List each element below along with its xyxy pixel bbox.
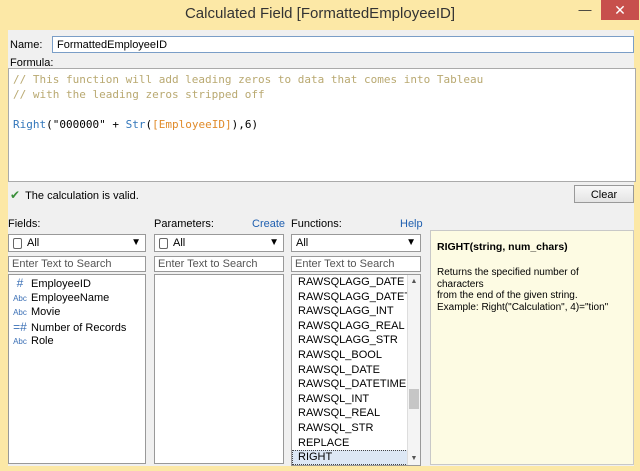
parameters-label: Parameters: <box>154 218 214 230</box>
fields-search-input[interactable]: Enter Text to Search <box>8 256 146 272</box>
formula-editor[interactable]: // This function will add leading zeros … <box>8 68 636 182</box>
scroll-down-icon[interactable]: ▼ <box>408 452 420 465</box>
chevron-down-icon: ▼ <box>269 237 279 248</box>
function-item[interactable]: RAWSQL_REAL <box>292 406 420 421</box>
dialog-body: Name: FormattedEmployeeID Formula: // Th… <box>8 30 636 466</box>
field-item-number-of-records[interactable]: =# Number of Records <box>9 320 145 335</box>
functions-dropdown[interactable]: All ▼ <box>291 234 421 252</box>
field-name: Movie <box>31 306 61 319</box>
checkmark-icon: ✔ <box>10 188 21 202</box>
name-input[interactable]: FormattedEmployeeID <box>52 36 634 53</box>
fields-dropdown[interactable]: All ▼ <box>8 234 146 252</box>
formula-comment-line-1: // This function will add leading zeros … <box>13 73 484 86</box>
functions-scrollbar[interactable]: ▲ ▼ <box>407 275 420 465</box>
function-description: Returns the specified number of characte… <box>437 267 627 313</box>
fields-panel: Fields: All ▼ Enter Text to Search # Emplo… <box>8 218 146 466</box>
formula-field-reference: [EmployeeID] <box>152 118 232 131</box>
function-item[interactable]: REPLACE <box>292 436 420 451</box>
formula-function-str: Str <box>125 118 146 131</box>
number-type-icon: # <box>16 276 24 290</box>
function-help-panel: RIGHT(string, num_chars) Returns the spe… <box>430 230 634 465</box>
function-item[interactable]: RAWSQL_DATE <box>292 363 420 378</box>
field-name: Number of Records <box>31 321 127 334</box>
function-item[interactable]: RAWSQLAGG_DATE <box>292 275 420 290</box>
create-parameter-link[interactable]: Create <box>252 218 285 230</box>
function-item[interactable]: RAWSQLAGG_REAL <box>292 319 420 334</box>
functions-search-input[interactable]: Enter Text to Search <box>291 256 421 272</box>
calculated-field-dialog: Calculated Field [FormattedEmployeeID] —… <box>0 0 640 471</box>
datasource-icon <box>159 237 168 249</box>
parameters-dropdown[interactable]: All ▼ <box>154 234 284 252</box>
formula-tail: ),6) <box>231 118 259 131</box>
functions-list: RAWSQLAGG_DATE RAWSQLAGG_DATET... RAWSQL… <box>291 274 421 466</box>
string-type-icon: Abc <box>13 293 27 303</box>
formula-function-right: Right <box>13 118 47 131</box>
formula-comment-line-2: // with the leading zeros stripped off <box>13 88 265 101</box>
name-label: Name: <box>10 39 43 51</box>
formula-blank-line <box>13 103 631 118</box>
string-type-icon: Abc <box>13 337 27 347</box>
calculated-number-icon: =# <box>13 319 27 334</box>
formula-expression-line: Right("000000" + Str([EmployeeID]),6) <box>13 118 631 133</box>
parameters-list <box>154 274 284 464</box>
function-item[interactable]: RAWSQL_DATETIME <box>292 377 420 392</box>
validation-text: The calculation is valid. <box>25 190 139 202</box>
function-item-selected[interactable]: RIGHT <box>292 450 420 465</box>
scroll-thumb[interactable] <box>409 389 419 409</box>
fields-dropdown-value: All <box>27 237 40 249</box>
functions-dropdown-value: All <box>296 237 309 249</box>
field-item-role[interactable]: Abc Role <box>9 334 145 349</box>
field-name: EmployeeID <box>31 278 91 290</box>
window-title: Calculated Field [FormattedEmployeeID] <box>184 5 456 22</box>
chevron-down-icon: ▼ <box>406 237 416 248</box>
description-line-3: Example: Right("Calculation", 4)="tion" <box>437 301 609 313</box>
function-item[interactable]: RAWSQLAGG_DATET... <box>292 290 420 305</box>
parameters-dropdown-value: All <box>173 237 186 249</box>
field-name: Role <box>31 335 54 348</box>
function-item[interactable]: RAWSQLAGG_STR <box>292 333 420 348</box>
functions-items: RAWSQLAGG_DATE RAWSQLAGG_DATET... RAWSQL… <box>292 275 420 465</box>
functions-label: Functions: <box>291 218 342 230</box>
description-line-1: Returns the specified number of characte… <box>437 267 579 290</box>
parameters-search-input[interactable]: Enter Text to Search <box>154 256 284 272</box>
chevron-down-icon: ▼ <box>131 237 141 248</box>
validation-status: ✔ The calculation is valid. <box>10 188 139 202</box>
field-name: EmployeeName <box>31 291 110 304</box>
field-item-employeeid[interactable]: # EmployeeID <box>9 276 145 291</box>
close-button[interactable]: ✕ <box>601 0 639 20</box>
help-link[interactable]: Help <box>400 218 423 230</box>
formula-string-literal: ("000000" + <box>46 118 126 131</box>
description-line-2: from the end of the given string. <box>437 290 578 301</box>
function-item[interactable]: RAWSQL_BOOL <box>292 348 420 363</box>
scroll-up-icon[interactable]: ▲ <box>408 275 420 288</box>
functions-panel: Functions: Help All ▼ Enter Text to Searc… <box>291 218 423 466</box>
field-item-employeename[interactable]: Abc EmployeeName <box>9 291 145 306</box>
function-item[interactable]: RAWSQL_INT <box>292 392 420 407</box>
datasource-icon <box>13 237 22 249</box>
fields-label: Fields: <box>8 218 41 230</box>
parameters-panel: Parameters: Create All ▼ Enter Text to Se… <box>154 218 285 466</box>
function-signature: RIGHT(string, num_chars) <box>437 241 568 253</box>
function-item[interactable]: RAWSQL_STR <box>292 421 420 436</box>
fields-list: # EmployeeID Abc EmployeeName Abc Movie =# N… <box>8 274 146 464</box>
clear-button[interactable]: Clear <box>574 185 634 203</box>
string-type-icon: Abc <box>13 308 27 318</box>
minimize-button[interactable]: — <box>574 0 596 20</box>
function-item[interactable]: RAWSQLAGG_INT <box>292 304 420 319</box>
field-item-movie[interactable]: Abc Movie <box>9 305 145 320</box>
title-bar: Calculated Field [FormattedEmployeeID] —… <box>0 0 640 28</box>
